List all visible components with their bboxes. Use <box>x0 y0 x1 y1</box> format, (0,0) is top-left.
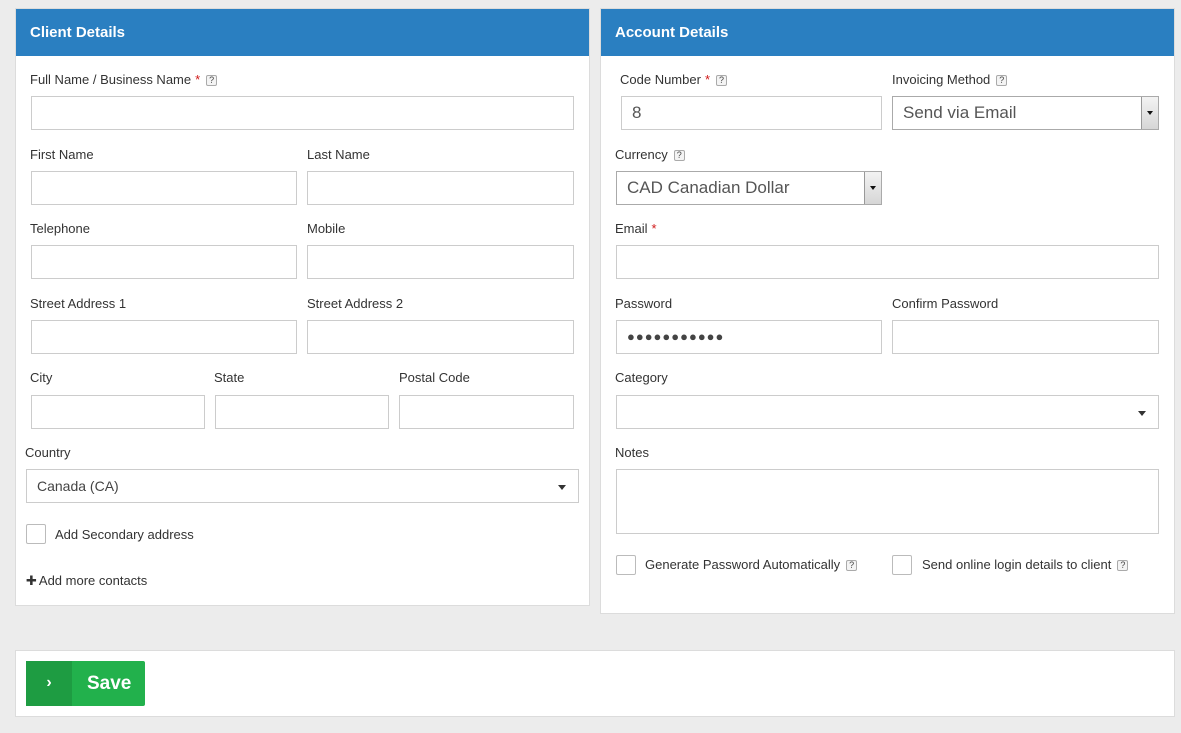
city-label: City <box>30 370 53 385</box>
help-icon[interactable]: ? <box>206 75 218 87</box>
telephone-label: Telephone <box>30 221 90 236</box>
help-icon[interactable]: ? <box>1117 560 1129 572</box>
category-label: Category <box>615 370 668 385</box>
street-address-2-label: Street Address 2 <box>307 296 404 311</box>
city-input[interactable] <box>31 395 205 429</box>
send-login-checkbox[interactable] <box>892 555 912 575</box>
help-icon[interactable]: ? <box>846 560 858 572</box>
telephone-input[interactable] <box>31 245 297 279</box>
postal-code-input[interactable] <box>399 395 574 429</box>
action-bar <box>15 650 1175 717</box>
code-number-label: Code Number *? <box>620 72 727 87</box>
country-value: Canada (CA) <box>37 478 119 494</box>
category-select[interactable] <box>616 395 1159 429</box>
plus-icon: ✚ <box>26 573 37 588</box>
mobile-label: Mobile <box>307 221 346 236</box>
password-label: Password <box>615 296 673 311</box>
state-label: State <box>214 370 245 385</box>
email-label: Email * <box>615 221 657 236</box>
email-input[interactable] <box>616 245 1159 279</box>
state-input[interactable] <box>215 395 389 429</box>
currency-select[interactable]: CAD Canadian Dollar <box>616 171 882 205</box>
client-details-title: Client Details <box>16 9 589 56</box>
mobile-input[interactable] <box>307 245 574 279</box>
postal-code-label: Postal Code <box>399 370 470 385</box>
help-icon[interactable]: ? <box>673 150 685 162</box>
required-mark: * <box>704 72 710 87</box>
account-details-title: Account Details <box>601 9 1174 56</box>
help-icon[interactable]: ? <box>996 75 1008 87</box>
notes-label: Notes <box>615 445 649 460</box>
last-name-input[interactable] <box>307 171 574 205</box>
invoicing-method-label: Invoicing Method? <box>892 72 1008 87</box>
help-icon[interactable]: ? <box>716 75 727 87</box>
invoicing-method-select[interactable]: Send via Email <box>892 96 1159 130</box>
notes-textarea[interactable] <box>616 469 1159 534</box>
secondary-address-checkbox[interactable] <box>26 524 46 544</box>
currency-value: CAD Canadian Dollar <box>627 178 790 197</box>
first-name-label: First Name <box>30 147 94 162</box>
chevron-down-icon <box>558 485 566 490</box>
add-more-contacts-label: Add more contacts <box>38 573 148 588</box>
first-name-input[interactable] <box>31 171 297 205</box>
full-name-input[interactable] <box>31 96 574 130</box>
add-more-contacts-link[interactable]: ✚ Add more contacts <box>26 573 147 589</box>
dropdown-arrow-icon <box>864 172 881 204</box>
generate-password-checkbox[interactable] <box>616 555 636 575</box>
confirm-password-input[interactable] <box>892 320 1159 354</box>
country-select[interactable]: Canada (CA) <box>26 469 579 503</box>
full-name-label: Full Name / Business Name *? <box>30 72 218 87</box>
required-mark: * <box>195 72 201 87</box>
last-name-label: Last Name <box>307 147 370 162</box>
country-label: Country <box>25 445 71 460</box>
chevron-right-icon: › <box>26 661 72 706</box>
street-address-2-input[interactable] <box>307 320 574 354</box>
invoicing-method-value: Send via Email <box>903 103 1017 122</box>
password-value: ●●●●●●●●●●● <box>627 329 725 344</box>
currency-label: Currency? <box>615 147 685 162</box>
required-mark: * <box>651 221 657 236</box>
street-address-1-input[interactable] <box>31 320 297 354</box>
chevron-down-icon <box>1138 411 1146 416</box>
send-login-label: Send online login details to client? <box>922 557 1129 572</box>
generate-password-label: Generate Password Automatically? <box>645 557 858 572</box>
save-button-label: Save <box>87 673 132 694</box>
confirm-password-label: Confirm Password <box>892 296 999 311</box>
street-address-1-label: Street Address 1 <box>30 296 127 311</box>
password-input[interactable]: ●●●●●●●●●●● <box>616 320 882 354</box>
save-button[interactable]: › Save <box>26 661 145 706</box>
code-number-input[interactable] <box>621 96 882 130</box>
dropdown-arrow-icon <box>1141 97 1158 129</box>
secondary-address-label: Add Secondary address <box>55 527 194 542</box>
